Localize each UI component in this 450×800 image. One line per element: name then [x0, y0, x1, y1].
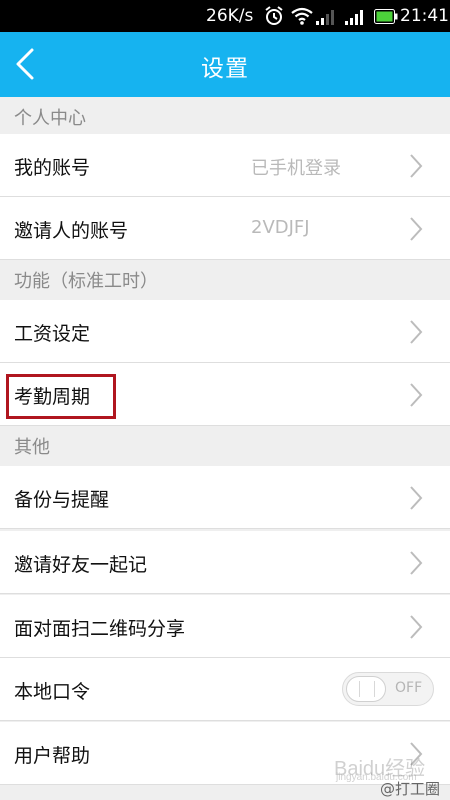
- chevron-right-icon: [410, 154, 423, 178]
- chevron-right-icon: [410, 551, 423, 575]
- wifi-icon: [290, 6, 314, 31]
- item-label: 备份与提醒: [14, 489, 110, 511]
- chevron-right-icon: [410, 486, 423, 510]
- status-time: 21:41: [400, 6, 449, 26]
- toggle-state-label: OFF: [395, 680, 423, 696]
- app-header: 设置: [0, 32, 450, 97]
- chevron-right-icon: [410, 383, 423, 407]
- item-label: 考勤周期: [14, 386, 91, 408]
- section-header-other: 其他: [0, 426, 450, 463]
- item-label: 面对面扫二维码分享: [14, 618, 186, 640]
- section-header-function: 功能（标准工时）: [0, 260, 450, 297]
- item-label: 本地口令: [14, 681, 91, 703]
- settings-item-attendance-cycle[interactable]: 考勤周期: [0, 363, 450, 426]
- settings-item-inviter-account[interactable]: 邀请人的账号 2VDJFJ: [0, 197, 450, 260]
- network-speed: 26K/s: [206, 6, 254, 26]
- page-title: 设置: [201, 56, 249, 82]
- item-label: 用户帮助: [14, 745, 91, 767]
- item-value: 2VDJFJ: [251, 217, 310, 238]
- item-value: 已手机登录: [251, 158, 341, 179]
- settings-item-invite-friends[interactable]: 邀请好友一起记: [0, 531, 450, 594]
- item-label: 工资设定: [14, 323, 91, 345]
- chevron-right-icon: [410, 217, 423, 241]
- chevron-right-icon: [410, 615, 423, 639]
- settings-item-salary[interactable]: 工资设定: [0, 300, 450, 363]
- section-title: 功能（标准工时）: [14, 271, 158, 292]
- section-title: 个人中心: [14, 108, 86, 129]
- toggle-knob: [346, 676, 386, 702]
- settings-item-backup-reminder[interactable]: 备份与提醒: [0, 466, 450, 529]
- status-bar: 26K/s 21:41: [0, 0, 450, 32]
- battery-icon: [374, 9, 398, 29]
- passcode-toggle[interactable]: OFF: [342, 672, 434, 706]
- settings-item-local-passcode: 本地口令 OFF: [0, 658, 450, 721]
- section-header-personal: 个人中心: [0, 97, 450, 134]
- section-title: 其他: [14, 437, 50, 458]
- credit-text: @打工圈: [380, 780, 441, 798]
- item-label: 邀请人的账号: [14, 220, 129, 242]
- signal-icon: [345, 8, 367, 30]
- alarm-icon: [263, 5, 285, 32]
- chevron-right-icon: [410, 320, 423, 344]
- settings-item-qr-share[interactable]: 面对面扫二维码分享: [0, 595, 450, 658]
- item-label: 我的账号: [14, 157, 91, 179]
- signal-icon: [316, 8, 338, 30]
- settings-item-my-account[interactable]: 我的账号 已手机登录: [0, 134, 450, 197]
- item-label: 邀请好友一起记: [14, 554, 148, 576]
